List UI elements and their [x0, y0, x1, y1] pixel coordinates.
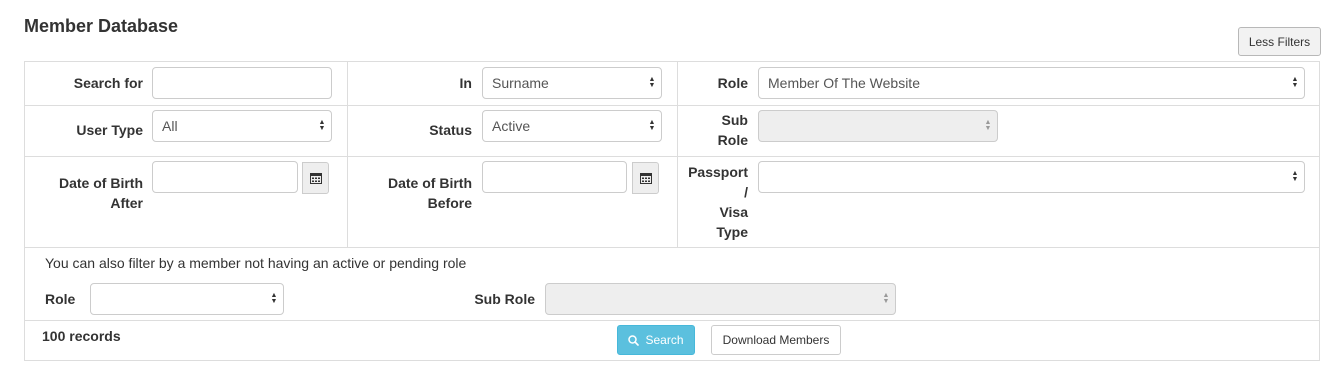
select-arrows-icon: ▲ ▼ — [648, 76, 656, 89]
in-select-value: Surname — [492, 75, 549, 91]
calendar-icon — [639, 173, 652, 184]
row-divider — [25, 156, 1319, 157]
row-divider — [25, 320, 1319, 321]
no-sub-role-label: Sub Role — [474, 291, 535, 307]
user-type-select[interactable]: All ▲ ▼ — [152, 110, 332, 142]
select-arrows-icon: ▲ ▼ — [1291, 170, 1299, 183]
sub-role-select[interactable]: ▲ ▼ — [758, 110, 998, 142]
search-icon — [628, 334, 640, 346]
dob-after-label-line: Date of Birth — [59, 175, 143, 191]
dob-after-label: Date of Birth After — [25, 173, 143, 213]
in-label: In — [459, 75, 472, 91]
dob-before-label: Date of Birth Before — [355, 173, 472, 213]
column-divider — [677, 62, 678, 247]
select-arrows-icon: ▲ ▼ — [984, 119, 992, 132]
passport-label-line: Passport — [688, 164, 748, 180]
passport-visa-type-select[interactable]: ▲ ▼ — [758, 161, 1305, 193]
role-select-value: Member Of The Website — [768, 75, 920, 91]
status-label: Status — [429, 122, 472, 138]
no-role-select[interactable]: ▲ ▼ — [90, 283, 284, 315]
dob-after-input[interactable] — [152, 161, 298, 193]
dob-after-calendar-button[interactable] — [302, 162, 329, 194]
passport-visa-type-label: Passport / Visa Type — [685, 162, 748, 242]
passport-label-line: Visa — [719, 204, 748, 220]
column-divider — [347, 62, 348, 247]
page-title: Member Database — [24, 16, 179, 36]
no-role-filter-note: You can also filter by a member not havi… — [45, 255, 467, 271]
search-for-label: Search for — [73, 75, 143, 91]
sub-role-label-line: Role — [717, 132, 748, 148]
search-input[interactable] — [152, 67, 332, 99]
dob-before-label-line: Before — [427, 195, 472, 211]
user-type-select-value: All — [162, 118, 178, 134]
sub-role-label: Sub Role — [685, 110, 748, 150]
role-label: Role — [717, 75, 748, 91]
search-button-label: Search — [645, 333, 684, 347]
select-arrows-icon: ▲ ▼ — [882, 292, 890, 305]
select-arrows-icon: ▲ ▼ — [648, 119, 656, 132]
download-members-button[interactable]: Download Members — [711, 325, 841, 355]
search-button[interactable]: Search — [617, 325, 695, 355]
passport-label-line: Type — [716, 224, 748, 240]
select-arrows-icon: ▲ ▼ — [1291, 76, 1299, 89]
filter-panel: Search for In Surname ▲ ▼ Role Member Of … — [24, 61, 1320, 361]
status-select[interactable]: Active ▲ ▼ — [482, 110, 662, 142]
status-select-value: Active — [492, 118, 531, 134]
no-sub-role-select[interactable]: ▲ ▼ — [545, 283, 896, 315]
records-count: 100 records — [42, 328, 121, 344]
user-type-label: User Type — [76, 122, 143, 138]
no-role-label: Role — [45, 291, 76, 307]
row-divider — [25, 105, 1319, 106]
role-select[interactable]: Member Of The Website ▲ ▼ — [758, 67, 1305, 99]
dob-before-input[interactable] — [482, 161, 627, 193]
dob-before-label-line: Date of Birth — [388, 175, 472, 191]
row-divider — [25, 247, 1319, 248]
dob-after-label-line: After — [110, 195, 143, 211]
dob-before-calendar-button[interactable] — [632, 162, 659, 194]
passport-label-line: / — [744, 184, 748, 200]
calendar-icon — [309, 173, 322, 184]
sub-role-label-line: Sub — [721, 112, 748, 128]
in-select[interactable]: Surname ▲ ▼ — [482, 67, 662, 99]
select-arrows-icon: ▲ ▼ — [270, 292, 278, 305]
select-arrows-icon: ▲ ▼ — [318, 119, 326, 132]
less-filters-button[interactable]: Less Filters — [1238, 27, 1321, 56]
